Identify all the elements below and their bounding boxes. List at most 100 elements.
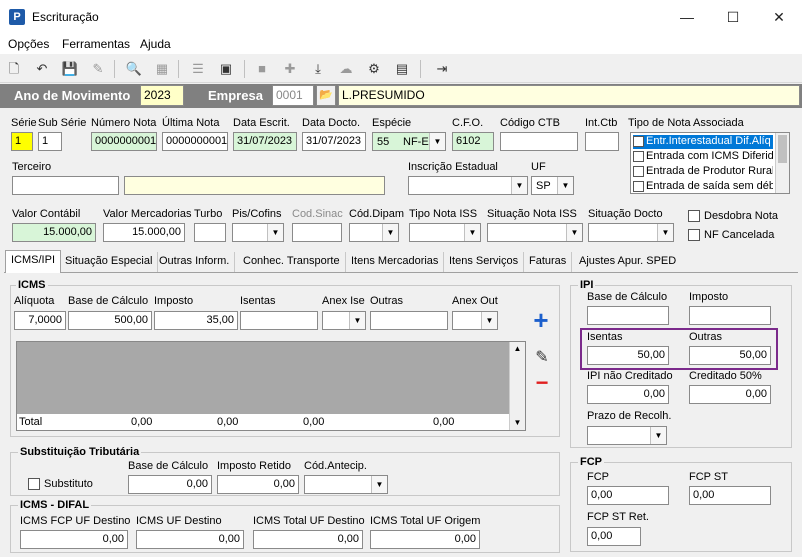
especie-select[interactable]: 55 NF-E ▼	[372, 132, 446, 151]
data-escrit-field[interactable]: 31/07/2023	[233, 132, 297, 151]
empresa-code-field[interactable]: 0001	[272, 85, 314, 106]
folder-icon[interactable]: ■	[252, 59, 272, 79]
uf-destino-field[interactable]: 0,00	[136, 530, 244, 549]
tipo-nota-iss-select[interactable]: ▼	[409, 223, 481, 242]
subserie-field[interactable]: 1	[38, 132, 62, 151]
chevron-down-icon[interactable]: ▼	[566, 224, 582, 241]
list-icon[interactable]: ☰	[188, 59, 208, 79]
nfe-icon[interactable]: ▦	[152, 59, 172, 79]
list-item[interactable]: Entrada de saída sem débi	[633, 180, 773, 194]
checkbox[interactable]	[633, 150, 644, 162]
tab-ajustes-sped[interactable]: Ajustes Apur. SPED	[574, 252, 681, 272]
chevron-down-icon[interactable]: ▼	[650, 427, 666, 444]
edit-icon[interactable]: ✎	[530, 348, 554, 368]
scrollbar-thumb[interactable]	[778, 135, 787, 163]
fcp-st-ret-field[interactable]: 0,00	[587, 527, 641, 546]
scroll-down-icon[interactable]: ▼	[510, 416, 525, 430]
valor-merc-field[interactable]: 15.000,00	[103, 223, 185, 242]
base-calculo-field[interactable]: 500,00	[68, 311, 152, 330]
serie-field[interactable]: 1	[11, 132, 33, 151]
situacao-docto-select[interactable]: ▼	[588, 223, 674, 242]
checkbox[interactable]	[633, 180, 644, 192]
scrollbar[interactable]	[775, 133, 789, 193]
checkbox[interactable]	[633, 165, 644, 177]
data-docto-field[interactable]: 31/07/2023	[302, 132, 366, 151]
cloud-icon[interactable]: ☁	[336, 59, 356, 79]
uf-select[interactable]: SP ▼	[531, 176, 574, 195]
minimize-button[interactable]: —	[664, 0, 710, 34]
maximize-button[interactable]: ☐	[710, 0, 756, 34]
list-item[interactable]: Entrada de Produtor Rural	[633, 165, 773, 179]
chevron-down-icon[interactable]: ▼	[382, 224, 398, 241]
tab-situacao-especial[interactable]: Situação Especial	[60, 252, 159, 272]
ipi-outras-field[interactable]: 50,00	[689, 346, 771, 365]
add-icon[interactable]: +	[528, 307, 554, 333]
save-icon[interactable]: 💾	[60, 59, 80, 79]
situacao-iss-select[interactable]: ▼	[487, 223, 583, 242]
chevron-down-icon[interactable]: ▼	[349, 312, 365, 329]
st-imposto-field[interactable]: 0,00	[217, 475, 299, 494]
grid-scrollbar[interactable]: ▲ ▼	[509, 342, 525, 430]
ipi-base-field[interactable]	[587, 306, 669, 325]
cod-antecip-select[interactable]: ▼	[304, 475, 388, 494]
ipi-nao-cred-field[interactable]: 0,00	[587, 385, 669, 404]
tools-icon[interactable]: ✚	[280, 59, 300, 79]
aliquota-field[interactable]: 7,0000	[14, 311, 66, 330]
imposto-field[interactable]: 35,00	[154, 311, 238, 330]
int-ctb-field[interactable]	[585, 132, 619, 151]
menu-ajuda[interactable]: Ajuda	[140, 37, 171, 51]
menu-ferramentas[interactable]: Ferramentas	[62, 37, 130, 51]
substituto-checkbox[interactable]	[28, 478, 40, 490]
anex-out-select[interactable]: ▼	[452, 311, 498, 330]
chevron-down-icon[interactable]: ▼	[429, 133, 445, 150]
cfop-icon[interactable]: ⚙	[364, 59, 384, 79]
close-button[interactable]: ✕	[756, 0, 802, 34]
prazo-select[interactable]: ▼	[587, 426, 667, 445]
valor-contabil-field[interactable]: 15.000,00	[12, 223, 96, 242]
total-uf-destino-field[interactable]: 0,00	[253, 530, 363, 549]
chevron-down-icon[interactable]: ▼	[511, 177, 527, 194]
tab-itens-servicos[interactable]: Itens Serviços	[444, 252, 525, 272]
anex-ise-select[interactable]: ▼	[322, 311, 366, 330]
tab-icms-ipi[interactable]: ICMS/IPI	[5, 250, 62, 273]
tab-faturas[interactable]: Faturas	[524, 252, 573, 272]
chevron-down-icon[interactable]: ▼	[557, 177, 573, 194]
cod-dipam-select[interactable]: ▼	[349, 223, 399, 242]
st-base-field[interactable]: 0,00	[128, 475, 212, 494]
tab-conhec-transporte[interactable]: Conhec. Transporte	[238, 252, 346, 272]
menu-opcoes[interactable]: Opções	[8, 37, 49, 51]
numero-nota-field[interactable]: 0000000001	[91, 132, 157, 151]
remove-icon[interactable]: −	[530, 372, 554, 394]
chevron-down-icon[interactable]: ▼	[371, 476, 387, 493]
print-preview-icon[interactable]: 🔍	[124, 59, 144, 79]
columns-icon[interactable]: ▤	[392, 59, 412, 79]
open-folder-icon[interactable]: 📂	[316, 85, 336, 106]
ipi-isentas-field[interactable]: 50,00	[587, 346, 669, 365]
chevron-down-icon[interactable]: ▼	[464, 224, 480, 241]
desdobra-checkbox[interactable]	[688, 210, 700, 222]
outras-field[interactable]	[370, 311, 448, 330]
scroll-up-icon[interactable]: ▲	[510, 342, 525, 356]
fcp-st-field[interactable]: 0,00	[689, 486, 771, 505]
tab-outras-inform[interactable]: Outras Inform.	[154, 252, 236, 272]
tipo-nota-list[interactable]: Entr.Interestadual Dif.Alíq Entrada com …	[630, 132, 790, 194]
turbo-field[interactable]	[194, 223, 226, 242]
ipi-imposto-field[interactable]	[689, 306, 771, 325]
total-uf-origem-field[interactable]: 0,00	[370, 530, 480, 549]
checkbox[interactable]	[633, 135, 644, 147]
list-item[interactable]: Entrada com ICMS Diferido	[633, 150, 773, 164]
list-item[interactable]: Entr.Interestadual Dif.Alíq	[633, 135, 773, 149]
undo-icon[interactable]: ↶	[32, 59, 52, 79]
chevron-down-icon[interactable]: ▼	[481, 312, 497, 329]
piscofins-select[interactable]: ▼	[232, 223, 284, 242]
tab-itens-mercadorias[interactable]: Itens Mercadorias	[346, 252, 445, 272]
isentas-field[interactable]	[240, 311, 318, 330]
codigo-ctb-field[interactable]	[500, 132, 578, 151]
nf-cancelada-checkbox[interactable]	[688, 229, 700, 241]
new-document-icon[interactable]: 🗋	[4, 59, 24, 79]
cfo-field[interactable]: 6102	[452, 132, 494, 151]
exit-icon[interactable]: ⇥	[432, 59, 452, 79]
chevron-down-icon[interactable]: ▼	[267, 224, 283, 241]
inscricao-select[interactable]: ▼	[408, 176, 528, 195]
chevron-down-icon[interactable]: ▼	[657, 224, 673, 241]
